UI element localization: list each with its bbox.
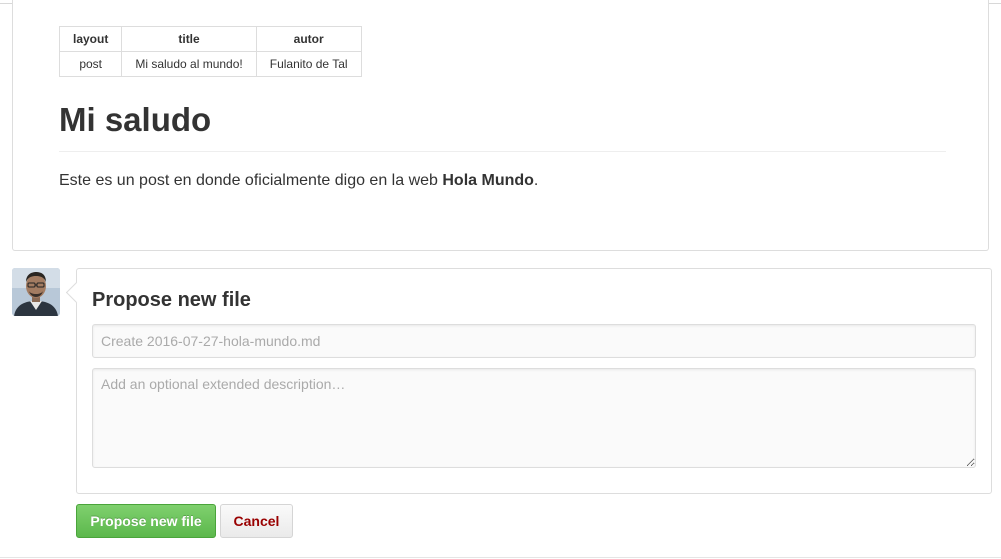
cancel-button[interactable]: Cancel — [220, 504, 293, 538]
table-cell: post — [58, 51, 123, 77]
table-header-cell: autor — [255, 26, 362, 52]
front-matter-table: layout title autor post Mi saludo al mun… — [58, 26, 362, 77]
post-body-text: Este es un post en donde oficialmente di… — [59, 172, 443, 189]
table-row: post Mi saludo al mundo! Fulanito de Tal — [58, 51, 362, 77]
file-preview: layout title autor post Mi saludo al mun… — [12, 0, 989, 251]
post-title: Mi saludo — [59, 101, 212, 138]
table-header-cell: title — [121, 26, 257, 52]
commit-form: Propose new file — [65, 268, 992, 494]
page-bottom-divider — [0, 557, 1001, 558]
post-body-end: . — [533, 172, 539, 189]
commit-summary-input[interactable] — [92, 324, 976, 358]
avatar — [12, 268, 60, 316]
table-header-cell: layout — [58, 26, 123, 52]
title-divider — [59, 151, 946, 152]
post-body-bold: Hola Mundo — [442, 172, 534, 189]
table-header-row: layout title autor — [58, 26, 362, 52]
table-cell: Mi saludo al mundo! — [121, 51, 257, 77]
table-cell: Fulanito de Tal — [255, 51, 362, 77]
avatar-portrait-icon — [12, 268, 60, 316]
propose-new-file-button[interactable]: Propose new file — [76, 504, 216, 538]
commit-description-textarea[interactable] — [92, 368, 976, 468]
commit-heading: Propose new file — [92, 289, 251, 311]
commit-form-pointer — [65, 281, 88, 304]
post-body: Este es un post en donde oficialmente di… — [59, 171, 538, 191]
